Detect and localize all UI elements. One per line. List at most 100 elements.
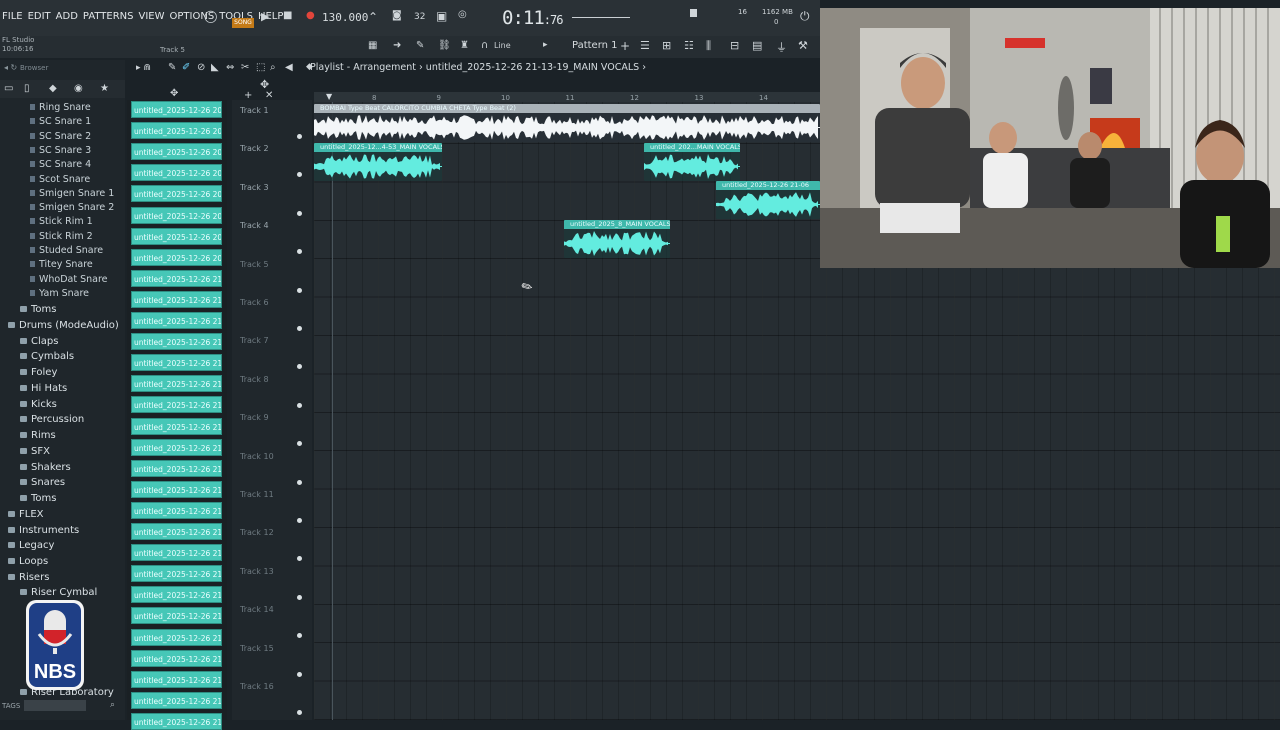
track-mute-led[interactable] xyxy=(297,134,302,139)
plugin-db-tab-icon[interactable]: ◉ xyxy=(74,83,83,94)
browser-file[interactable]: SC Snare 2 xyxy=(30,130,91,144)
favorites-tab-icon[interactable]: ★ xyxy=(100,83,109,94)
picker-clip[interactable]: untitled_2025-12-26 20- xyxy=(131,143,222,161)
browser-folder[interactable]: Loops xyxy=(8,555,48,569)
track-name[interactable]: Track 11 xyxy=(240,490,274,499)
audio-clip[interactable]: untitled_202...MAIN VOCALS xyxy=(644,143,740,181)
track-name[interactable]: Track 4 xyxy=(240,221,269,230)
step-edit-icon[interactable]: ◎ xyxy=(458,9,467,20)
audio-clip[interactable]: untitled_2025-12-26 21-06 xyxy=(716,181,820,219)
record-button-icon[interactable]: ● xyxy=(306,10,315,21)
browser-icon[interactable]: ⊟ xyxy=(730,39,739,52)
delete-tool-icon[interactable]: ⊘ xyxy=(197,62,205,73)
track-name[interactable]: Track 2 xyxy=(240,144,269,153)
track-mute-led[interactable] xyxy=(297,402,302,408)
tags-filter[interactable] xyxy=(24,700,86,711)
track-name[interactable]: Track 12 xyxy=(240,528,274,537)
browser-folder[interactable]: FLEX xyxy=(8,508,44,522)
menu-item[interactable]: VIEW xyxy=(139,11,165,25)
slip-tool-icon[interactable]: ⇔ xyxy=(226,62,234,73)
track-mute-led[interactable] xyxy=(297,594,302,600)
magnet-icon[interactable]: ∩ xyxy=(481,40,488,51)
audio-clip[interactable]: untitled_2025-12...4-53_MAIN VOCALS xyxy=(314,143,442,181)
browser-folder[interactable]: Cymbals xyxy=(20,350,74,364)
picker-clip[interactable]: untitled_2025-12-26 21- xyxy=(131,333,222,351)
track-name[interactable]: Track 8 xyxy=(240,375,269,384)
track-name[interactable]: Track 10 xyxy=(240,452,274,461)
loop-record-icon[interactable]: ▣ xyxy=(436,9,447,23)
track-mute-led[interactable] xyxy=(297,518,302,523)
picker-clip[interactable]: untitled_2025-12-26 20- xyxy=(131,248,222,266)
track-name[interactable]: Track 3 xyxy=(240,183,269,192)
browser-file[interactable]: Titey Snare xyxy=(30,258,93,272)
browser-file[interactable]: Stick Rim 2 xyxy=(30,230,93,244)
song-mode-toggle[interactable]: SONG xyxy=(232,18,254,28)
stop-button-icon[interactable]: ■ xyxy=(283,10,292,21)
select-tool-icon[interactable]: ⬚ xyxy=(256,62,265,73)
picker-clip[interactable]: untitled_2025-12-26 20- xyxy=(131,206,222,224)
plugin-icon[interactable]: ▤ xyxy=(752,39,762,52)
picker-clip[interactable]: untitled_2025-12-26 21- xyxy=(131,691,222,709)
track-name[interactable]: Track 5 xyxy=(240,260,269,269)
browser-file[interactable]: Smigen Snare 2 xyxy=(30,201,114,215)
picker-clip[interactable]: untitled_2025-12-26 21- xyxy=(131,354,222,372)
mixer-icon[interactable]: ⫼ xyxy=(706,39,711,53)
track-mute-led[interactable] xyxy=(297,326,302,331)
arrow-right-icon[interactable]: ➜ xyxy=(393,40,401,51)
browser-folder[interactable]: Claps xyxy=(20,335,58,349)
track-mute-led[interactable] xyxy=(297,287,302,293)
plug-icon[interactable]: ⏚ xyxy=(776,39,787,55)
power-icon[interactable]: ⏻ xyxy=(800,9,810,24)
picker-clip[interactable]: untitled_2025-12-26 21- xyxy=(131,544,222,562)
picker-clip[interactable]: untitled_2025-12-26 21- xyxy=(131,607,222,625)
bars-count[interactable]: 32 xyxy=(414,12,425,22)
track-name[interactable]: Track 15 xyxy=(240,644,274,653)
browser-folder[interactable]: Risers xyxy=(8,571,49,585)
menu-item[interactable]: FILE xyxy=(2,11,23,25)
track-name[interactable]: Track 6 xyxy=(240,298,269,307)
master-volume-slider[interactable] xyxy=(572,17,630,18)
picker-clip[interactable]: untitled_2025-12-26 21- xyxy=(131,459,222,477)
stamp-icon[interactable]: ♜ xyxy=(460,40,469,51)
draw-tool-icon[interactable]: ✎ xyxy=(168,62,176,73)
search-icon[interactable]: ⌕ xyxy=(110,700,115,710)
pencil-icon[interactable]: ✎ xyxy=(416,40,424,51)
record-mode-icon[interactable]: ◯ xyxy=(204,9,217,23)
browser-folder[interactable]: Percussion xyxy=(20,413,84,427)
keyboard-icon[interactable]: ▦ xyxy=(368,40,377,51)
picker-clip[interactable]: untitled_2025-12-26 21- xyxy=(131,396,222,414)
snap-select[interactable]: Line xyxy=(494,41,511,50)
browser-file[interactable]: SC Snare 4 xyxy=(30,158,91,172)
pattern-selector[interactable]: Pattern 1 xyxy=(572,40,618,51)
playlist-icon[interactable]: ☰ xyxy=(640,39,650,52)
picker-clip[interactable]: untitled_2025-12-26 21- xyxy=(131,649,222,667)
scroll-icon[interactable]: ✥ xyxy=(170,88,178,99)
picker-clip[interactable]: untitled_2025-12-26 21- xyxy=(131,375,222,393)
song-start-marker-icon[interactable]: ▼ xyxy=(326,92,332,101)
browser-menu-icon[interactable]: ◂ ↻ xyxy=(4,63,17,72)
picker-clip[interactable]: untitled_2025-12-26 21- xyxy=(131,438,222,456)
track-name[interactable]: Track 7 xyxy=(240,336,269,345)
track-mute-led[interactable] xyxy=(297,671,302,677)
play-button-icon[interactable]: ▶ xyxy=(261,10,269,23)
browser-folder[interactable]: Rims xyxy=(20,429,56,443)
picker-clip[interactable]: untitled_2025-12-26 21- xyxy=(131,417,222,435)
track-name[interactable]: Track 1 xyxy=(240,106,269,115)
menu-item[interactable]: EDIT xyxy=(28,11,51,25)
track-name[interactable]: Track 13 xyxy=(240,567,274,576)
paint-tool-icon[interactable]: ✐ xyxy=(182,62,190,73)
tempo-display[interactable]: 130.000 xyxy=(322,11,368,24)
browser-folder[interactable]: Shakers xyxy=(20,461,71,475)
all-tab-icon[interactable]: ▭ xyxy=(4,83,13,94)
piano-roll-icon[interactable]: ☷ xyxy=(684,39,694,52)
picker-clip[interactable]: untitled_2025-12-26 21- xyxy=(131,290,222,308)
wait-icon[interactable]: ◙ xyxy=(392,10,402,21)
picker-clip[interactable]: untitled_2025-12-26 20- xyxy=(131,101,222,118)
speaker-tool-icon[interactable]: ◀ xyxy=(285,62,293,73)
browser-folder[interactable]: Hi Hats xyxy=(20,382,67,396)
picker-clip[interactable]: untitled_2025-12-26 21- xyxy=(131,501,222,519)
tools-icon[interactable]: ⚒ xyxy=(798,39,808,52)
browser-folder[interactable]: Legacy xyxy=(8,539,54,553)
audio-clip[interactable]: untitled_2025_8_MAIN VOCALS xyxy=(564,220,670,258)
browser-folder[interactable]: Foley xyxy=(20,366,57,380)
